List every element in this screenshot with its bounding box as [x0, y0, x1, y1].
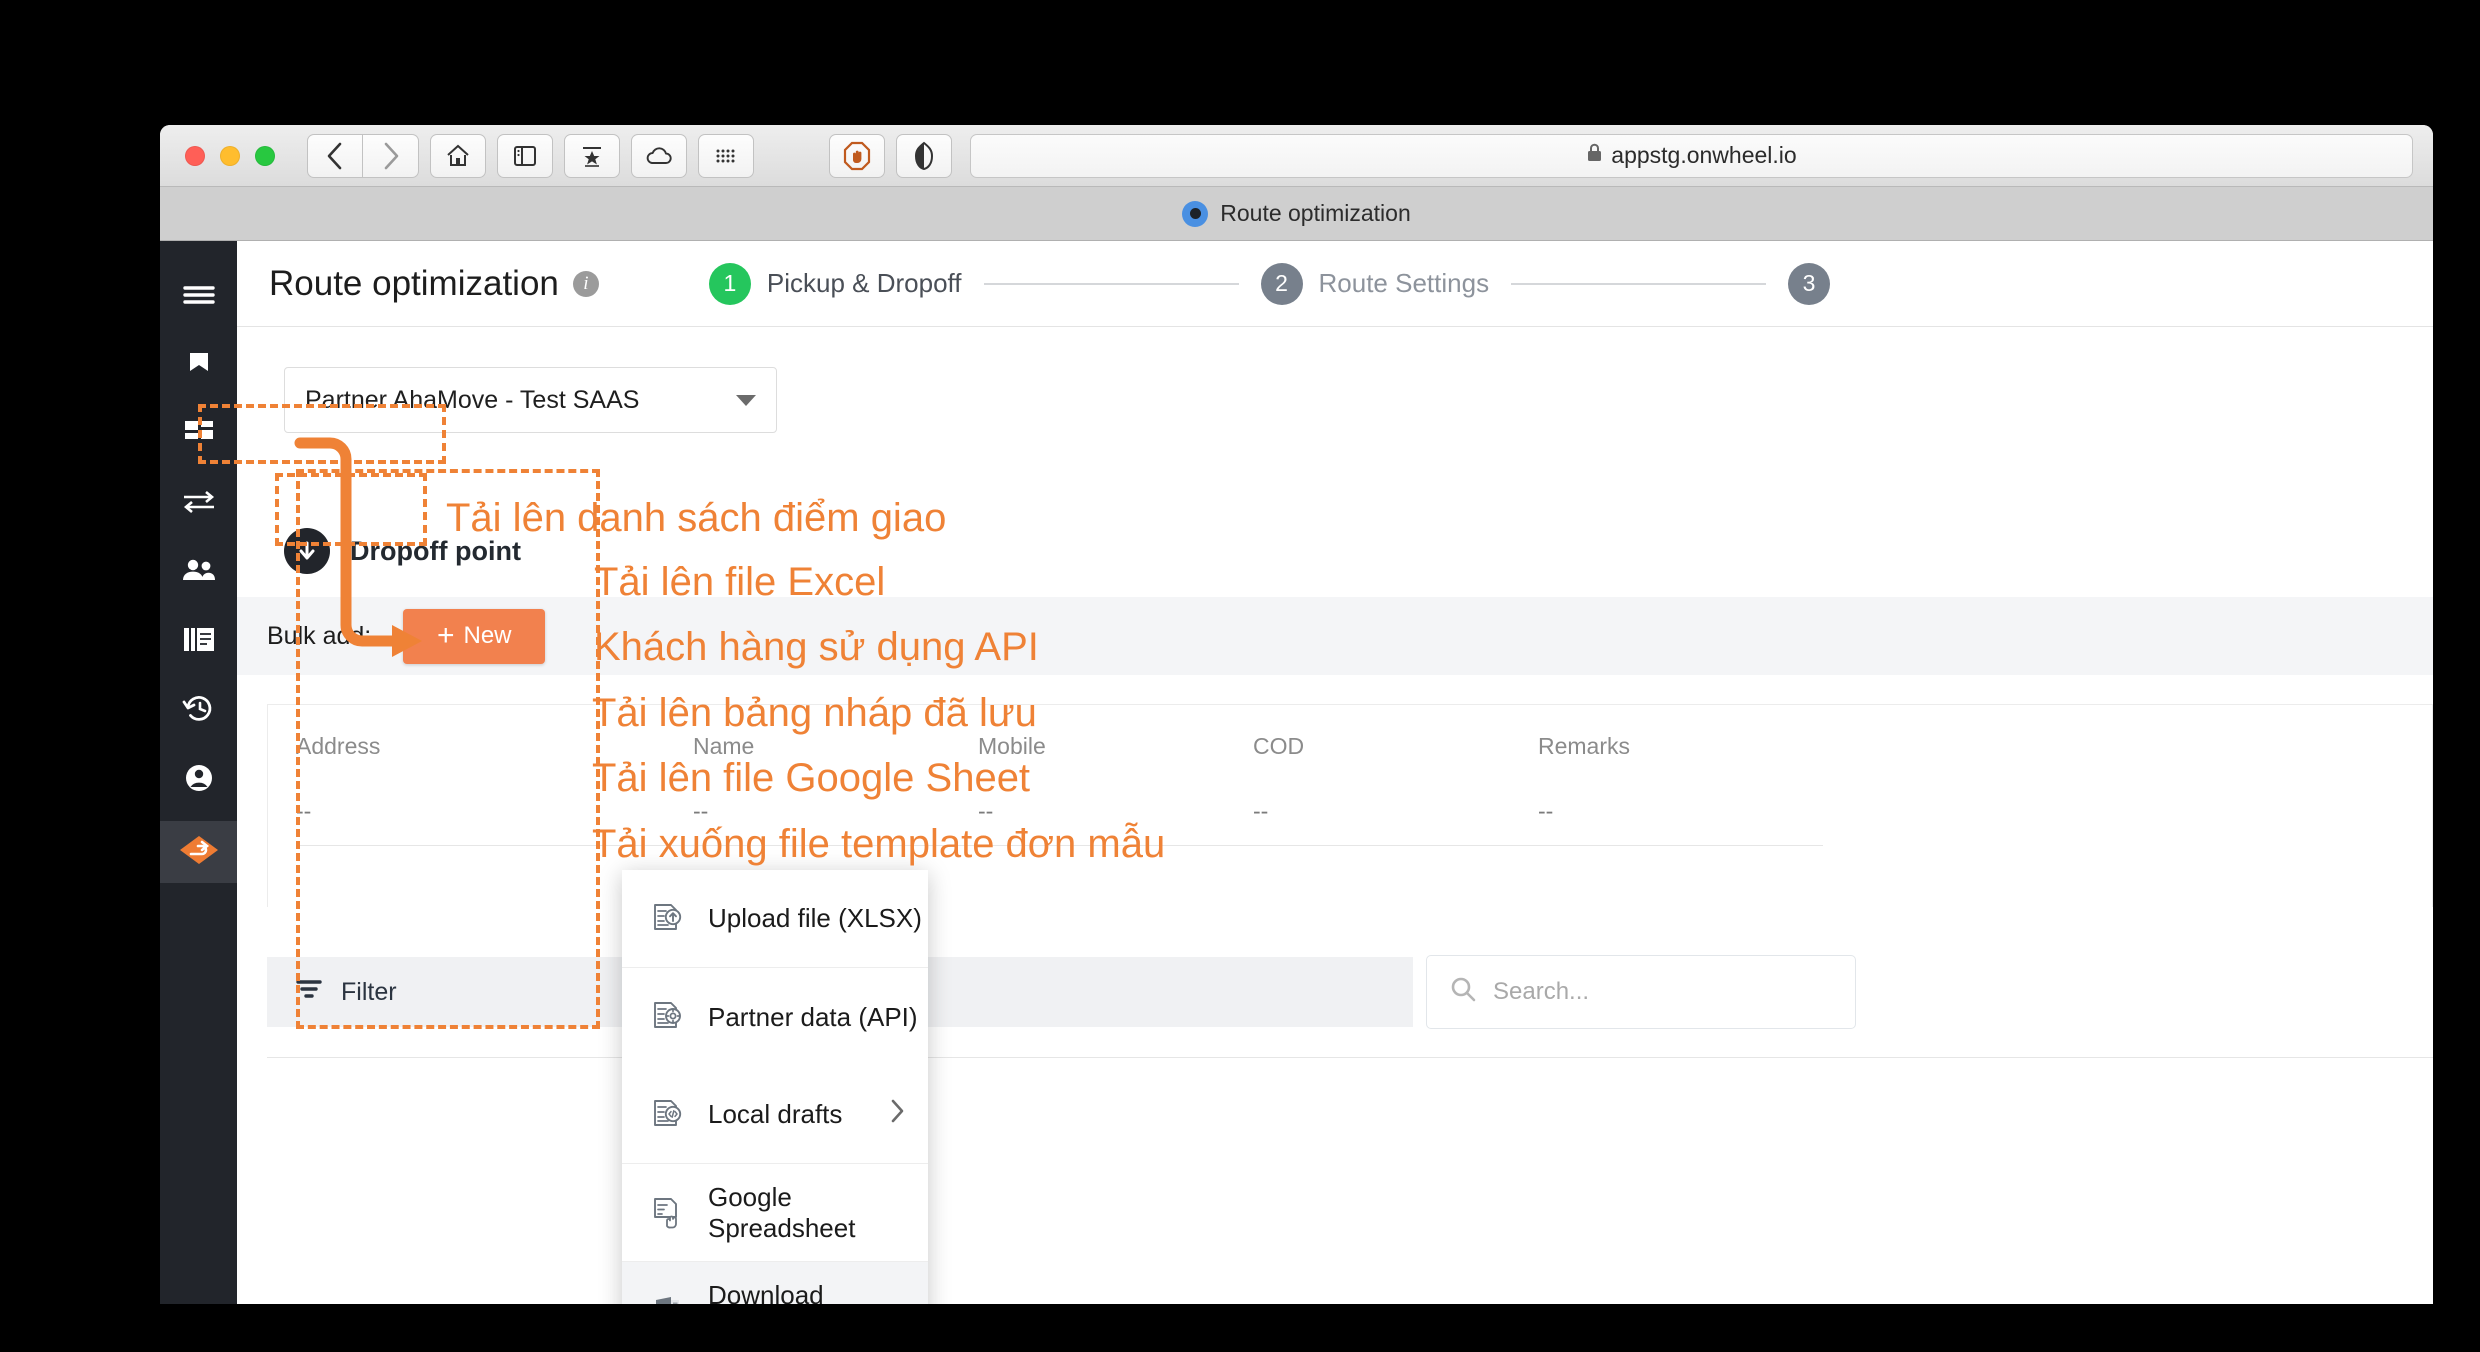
annotation-upload-excel: Tải lên file Excel	[594, 560, 886, 604]
annotation-upload-list: Tải lên danh sách điểm giao	[446, 496, 947, 540]
annotation-api-customer: Khách hàng sử dụng API	[594, 625, 1039, 669]
annotation-local-drafts: Tải lên bảng nháp đã lưu	[592, 691, 1037, 735]
annotation-arrow	[294, 437, 422, 657]
annotation-download-tpl: Tải xuống file template đơn mẫu	[592, 822, 1166, 866]
annotation-google-sheet: Tải lên file Google Sheet	[592, 756, 1031, 800]
browser-window: appstg.onwheel.io Route optimization Rou…	[160, 125, 2433, 1304]
